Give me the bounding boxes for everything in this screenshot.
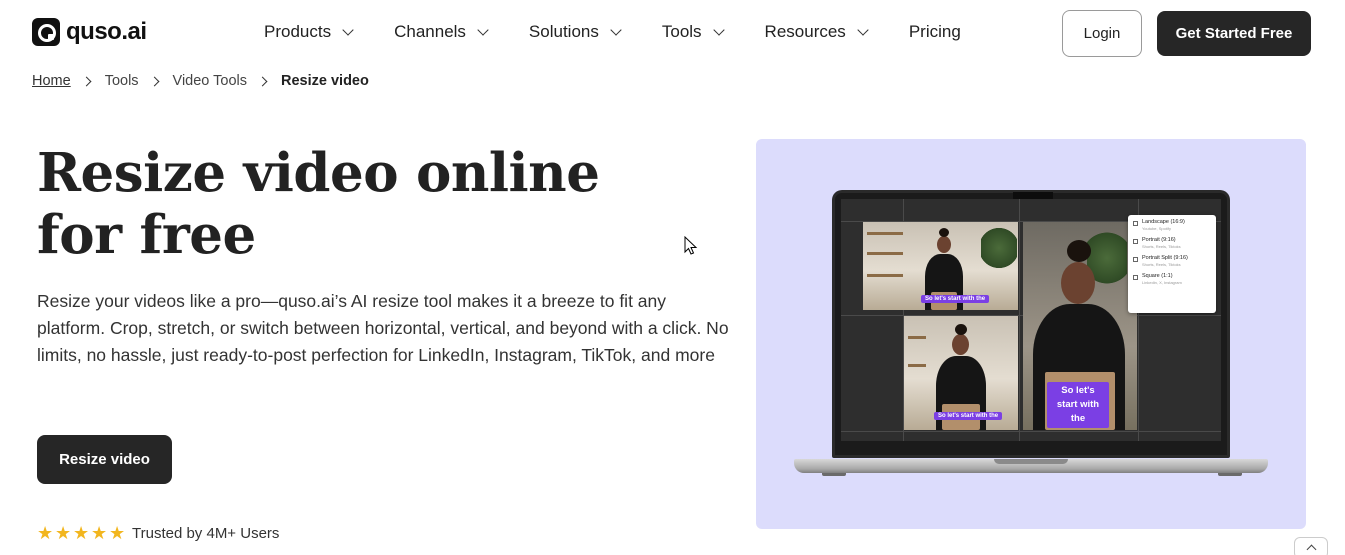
video-frame-portrait: So let's start with the [1023, 222, 1137, 430]
chevron-right-icon [149, 76, 159, 86]
resize-video-button[interactable]: Resize video [37, 435, 172, 484]
chevron-right-icon [81, 76, 92, 86]
main-menu: Products Channels Solutions Tools Resour… [264, 22, 961, 42]
rating-stars: ★ ★ ★ ★ ★ [37, 523, 126, 543]
breadcrumb-video-tools-link[interactable]: Video Tools [173, 73, 247, 89]
scroll-to-top-button[interactable] [1294, 537, 1328, 555]
breadcrumb-current: Resize video [281, 73, 369, 89]
nav-item-label: Resources [764, 22, 846, 41]
login-button[interactable]: Login [1062, 10, 1142, 57]
laptop-screen: So let's start with the So let's start w… [841, 199, 1221, 441]
star-icon: ★ [55, 523, 72, 543]
page-title: Resize video online for free [37, 142, 600, 266]
trust-text: Trusted by 4M+ Users [132, 525, 280, 542]
get-started-button[interactable]: Get Started Free [1157, 11, 1311, 56]
caption-overlay: So let's start with the [1047, 382, 1109, 428]
nav-item-resources[interactable]: Resources [764, 22, 869, 42]
caption-overlay: So let's start with the [921, 295, 990, 303]
chevron-right-icon [257, 76, 268, 86]
breadcrumb-home-link[interactable]: Home [32, 73, 71, 89]
quso-logo-icon [32, 18, 60, 46]
nav-item-solutions[interactable]: Solutions [528, 22, 622, 42]
laptop-mockup: So let's start with the So let's start w… [832, 190, 1230, 458]
nav-item-pricing[interactable]: Pricing [909, 22, 961, 42]
chevron-down-icon [610, 24, 622, 36]
breadcrumb-tools-link[interactable]: Tools [105, 73, 139, 89]
star-icon: ★ [37, 523, 54, 543]
nav-item-label: Pricing [908, 22, 961, 41]
brand-name: quso.ai [66, 18, 147, 45]
nav-item-label: Products [264, 22, 332, 41]
nav-item-label: Channels [394, 22, 466, 41]
nav-item-products[interactable]: Products [264, 22, 354, 42]
nav-item-tools[interactable]: Tools [661, 22, 725, 42]
aspect-option-landscape[interactable]: Landscape (16:9) Youtube, Spotify [1133, 219, 1211, 231]
star-icon: ★ [91, 523, 108, 543]
aspect-ratio-menu: Landscape (16:9) Youtube, Spotify Portra… [1128, 215, 1216, 313]
mouse-cursor-icon [684, 236, 698, 255]
hero-description: Resize your videos like a pro—quso.ai’s … [37, 291, 729, 365]
portrait-split-icon [1133, 257, 1138, 262]
landscape-icon [1133, 221, 1138, 226]
portrait-icon [1133, 239, 1138, 244]
laptop-base [794, 459, 1268, 473]
star-icon: ★ [109, 523, 126, 543]
video-frame-portrait-split: So let's start with the [904, 316, 1018, 430]
square-icon [1133, 275, 1138, 280]
video-frame-landscape: So let's start with the [863, 222, 1018, 310]
hero-preview-image: So let's start with the So let's start w… [756, 139, 1306, 529]
chevron-down-icon [857, 24, 869, 36]
chevron-down-icon [342, 24, 354, 36]
aspect-option-portrait[interactable]: Portrait (9:16) Shorts, Reels, Tiktoks [1133, 237, 1211, 249]
trust-rating: ★ ★ ★ ★ ★ Trusted by 4M+ Users [37, 523, 280, 543]
nav-item-channels[interactable]: Channels [394, 22, 489, 42]
star-icon: ★ [73, 523, 90, 543]
caption-overlay: So let's start with the [934, 412, 1003, 420]
chevron-down-icon [477, 24, 489, 36]
aspect-option-square[interactable]: Square (1:1) Linkedin, X, Instagram [1133, 273, 1211, 285]
chevron-down-icon [712, 24, 725, 36]
aspect-option-portrait-split[interactable]: Portrait Split (9:16) Shorts, Reels, Tik… [1133, 255, 1211, 267]
nav-item-label: Tools [661, 22, 702, 41]
breadcrumb: Home Tools Video Tools Resize video [32, 73, 369, 89]
brand-logo[interactable]: quso.ai [32, 18, 147, 46]
nav-item-label: Solutions [528, 22, 599, 41]
top-navbar: quso.ai Products Channels Solutions Tool… [0, 0, 1345, 67]
